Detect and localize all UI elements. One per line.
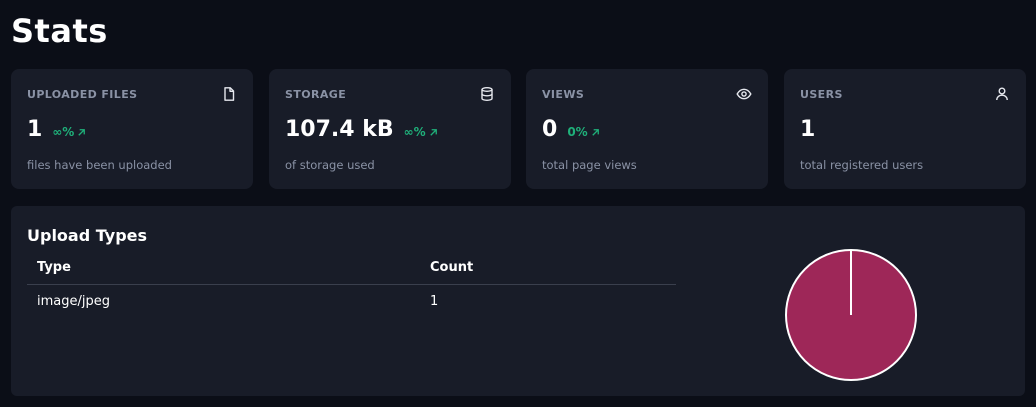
stat-description: total page views bbox=[542, 158, 637, 172]
stat-card-storage: STORAGE 107.4 kB ∞% of storage used bbox=[269, 69, 511, 189]
stat-value: 1 bbox=[800, 117, 816, 142]
stat-description: files have been uploaded bbox=[27, 158, 172, 172]
upload-types-table: Type Count image/jpeg 1 bbox=[27, 252, 676, 318]
database-icon bbox=[479, 86, 495, 102]
page-title: Stats bbox=[11, 12, 108, 50]
cell-type: image/jpeg bbox=[37, 293, 110, 309]
file-icon bbox=[221, 86, 237, 102]
arrow-up-right-icon bbox=[429, 128, 437, 136]
stat-change-text: ∞% bbox=[52, 125, 75, 139]
stat-card-views: VIEWS 0 0% total page views bbox=[526, 69, 768, 189]
stat-change-text: 0% bbox=[567, 125, 588, 139]
user-icon bbox=[994, 86, 1010, 102]
stat-description: of storage used bbox=[285, 158, 375, 172]
column-header-count[interactable]: Count bbox=[420, 252, 676, 285]
arrow-up-right-icon bbox=[591, 128, 599, 136]
stat-card-uploaded-files: UPLOADED FILES 1 ∞% files have been uplo… bbox=[11, 69, 253, 189]
stat-change: ∞% bbox=[404, 125, 439, 139]
stat-label: STORAGE bbox=[285, 88, 347, 101]
stat-change: 0% bbox=[567, 125, 600, 139]
stat-change: ∞% bbox=[52, 125, 87, 139]
eye-icon bbox=[736, 86, 752, 102]
stat-label: VIEWS bbox=[542, 88, 585, 101]
column-header-type[interactable]: Type bbox=[27, 252, 420, 285]
upload-types-panel: Upload Types Type Count image/jpeg 1 bbox=[11, 206, 1025, 396]
stat-description: total registered users bbox=[800, 158, 924, 172]
table-row: image/jpeg 1 bbox=[27, 284, 676, 318]
stat-card-users: USERS 1 total registered users bbox=[784, 69, 1026, 189]
stat-value: 107.4 kB bbox=[285, 117, 394, 142]
table-header-row: Type Count bbox=[27, 252, 676, 285]
stat-value: 1 bbox=[27, 117, 43, 142]
panel-title: Upload Types bbox=[27, 226, 148, 245]
stat-label: USERS bbox=[800, 88, 843, 101]
stat-value: 0 bbox=[542, 117, 558, 142]
stat-label: UPLOADED FILES bbox=[27, 88, 138, 101]
stat-change-text: ∞% bbox=[403, 125, 426, 139]
upload-types-pie-chart bbox=[785, 249, 917, 381]
cell-count: 1 bbox=[430, 293, 439, 309]
arrow-up-right-icon bbox=[78, 128, 86, 136]
